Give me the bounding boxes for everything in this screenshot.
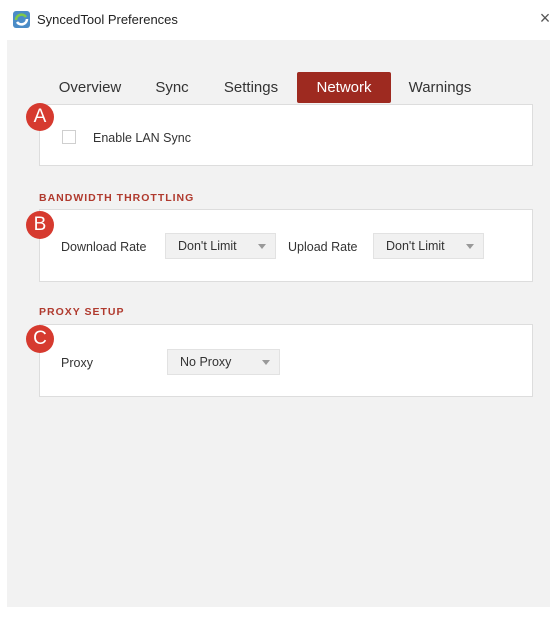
chevron-down-icon bbox=[466, 244, 474, 249]
callout-badge-c: C bbox=[26, 325, 54, 353]
tab-settings[interactable]: Settings bbox=[212, 72, 290, 103]
proxy-group bbox=[39, 324, 533, 397]
chevron-down-icon bbox=[262, 360, 270, 365]
tab-network[interactable]: Network bbox=[297, 72, 391, 103]
enable-lan-sync-label: Enable LAN Sync bbox=[93, 131, 191, 145]
sync-app-icon bbox=[13, 11, 30, 28]
upload-rate-select[interactable]: Don't Limit bbox=[373, 233, 484, 259]
upload-rate-value: Don't Limit bbox=[386, 239, 445, 253]
download-rate-label: Download Rate bbox=[61, 240, 147, 254]
proxy-label: Proxy bbox=[61, 356, 93, 370]
callout-badge-b: B bbox=[26, 211, 54, 239]
enable-lan-sync-checkbox[interactable] bbox=[62, 130, 76, 144]
upload-rate-label: Upload Rate bbox=[288, 240, 358, 254]
tab-sync[interactable]: Sync bbox=[146, 72, 198, 103]
download-rate-value: Don't Limit bbox=[178, 239, 237, 253]
title-bar: SyncedTool Preferences × bbox=[0, 0, 557, 40]
proxy-section-title: PROXY SETUP bbox=[39, 306, 125, 318]
bandwidth-section-title: BANDWIDTH THROTTLING bbox=[39, 192, 195, 204]
tab-overview[interactable]: Overview bbox=[46, 72, 134, 103]
tab-warnings[interactable]: Warnings bbox=[398, 72, 482, 103]
proxy-value: No Proxy bbox=[180, 355, 232, 369]
proxy-select[interactable]: No Proxy bbox=[167, 349, 280, 375]
close-button[interactable]: × bbox=[535, 7, 555, 29]
chevron-down-icon bbox=[258, 244, 266, 249]
callout-badge-a: A bbox=[26, 103, 54, 131]
window-title: SyncedTool Preferences bbox=[37, 12, 178, 27]
download-rate-select[interactable]: Don't Limit bbox=[165, 233, 276, 259]
